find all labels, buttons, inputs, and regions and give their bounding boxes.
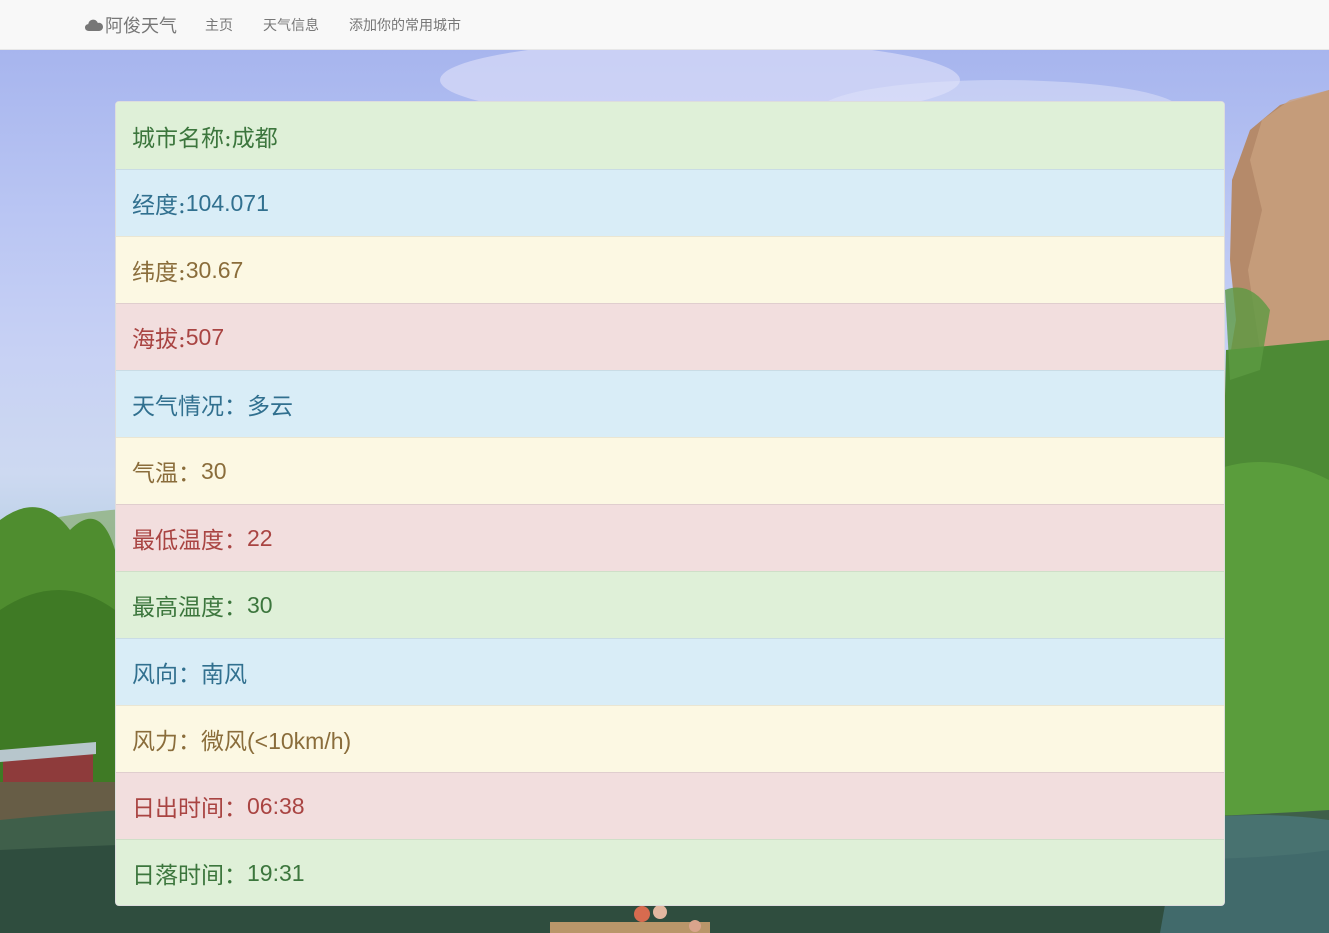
wind-direction-label: 风向： <box>132 662 201 688</box>
list-item-longitude: 经度: 104.071 <box>116 169 1224 236</box>
longitude-label: 经度: <box>132 193 186 219</box>
list-item-city-name: 城市名称: 成都 <box>116 102 1224 169</box>
nav-link-weather-info[interactable]: 天气信息 <box>263 0 319 50</box>
list-item-latitude: 纬度: 30.67 <box>116 236 1224 303</box>
brand-label: 阿俊天气 <box>105 16 177 37</box>
navbar: 阿俊天气 主页 天气信息 添加你的常用城市 <box>0 0 1329 50</box>
nav-link-home[interactable]: 主页 <box>205 0 233 50</box>
max-temperature-label: 最高温度： <box>132 595 247 621</box>
city-name-value: 成都 <box>231 125 278 152</box>
list-item-max-temperature: 最高温度： 30 <box>116 571 1224 638</box>
altitude-value: 507 <box>185 323 225 350</box>
longitude-value: 104.071 <box>185 189 269 216</box>
temperature-value: 30 <box>201 457 227 484</box>
sunrise-value: 06:38 <box>247 792 305 819</box>
weather-condition-value: 多云 <box>247 394 293 420</box>
min-temperature-value: 22 <box>247 524 273 551</box>
cloud-icon <box>85 19 103 31</box>
list-item-min-temperature: 最低温度： 22 <box>116 504 1224 571</box>
list-item-wind-direction: 风向： 南风 <box>116 638 1224 705</box>
sunrise-label: 日出时间： <box>132 796 247 822</box>
temperature-label: 气温： <box>132 461 201 487</box>
nav-link-add-city[interactable]: 添加你的常用城市 <box>349 0 461 50</box>
wind-power-value: 微风(<10km/h) <box>201 728 352 754</box>
brand-link[interactable]: 阿俊天气 <box>84 0 177 50</box>
latitude-value: 30.67 <box>185 256 244 283</box>
sunset-value: 19:31 <box>247 859 305 886</box>
latitude-label: 纬度: <box>132 260 186 286</box>
max-temperature-value: 30 <box>247 591 273 618</box>
weather-info-list: 城市名称: 成都 经度: 104.071 纬度: 30.67 海拔: 507 天气… <box>115 101 1225 906</box>
list-item-sunset: 日落时间： 19:31 <box>116 839 1224 905</box>
list-item-altitude: 海拔: 507 <box>116 303 1224 370</box>
list-item-sunrise: 日出时间： 06:38 <box>116 772 1224 839</box>
list-item-weather-condition: 天气情况： 多云 <box>116 370 1224 437</box>
wind-direction-value: 南风 <box>201 662 247 688</box>
city-name-label: 城市名称: <box>132 125 232 152</box>
weather-condition-label: 天气情况： <box>132 394 247 420</box>
list-item-wind-power: 风力： 微风(<10km/h) <box>116 705 1224 772</box>
list-item-temperature: 气温： 30 <box>116 437 1224 504</box>
altitude-label: 海拔: <box>132 327 186 353</box>
wind-power-label: 风力： <box>132 729 201 755</box>
min-temperature-label: 最低温度： <box>132 528 247 554</box>
sunset-label: 日落时间： <box>132 863 247 889</box>
